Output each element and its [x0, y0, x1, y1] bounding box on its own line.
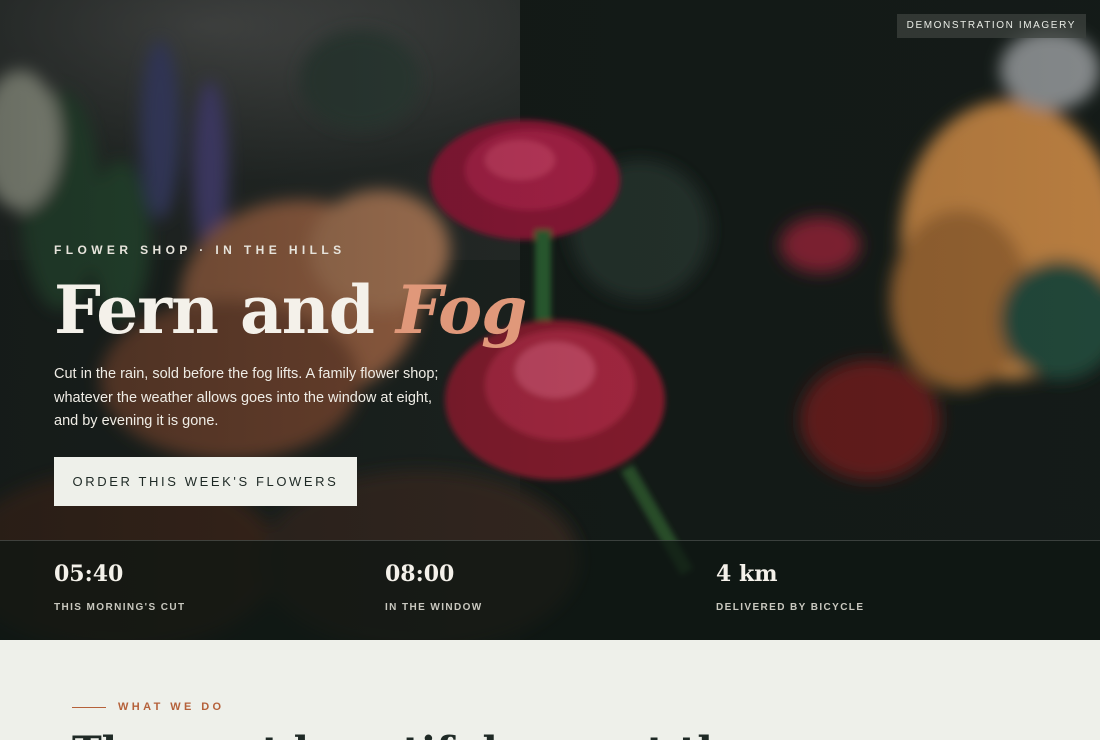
- stats-bar: 05:40 THIS MORNING'S CUT 08:00 IN THE WI…: [0, 540, 1100, 640]
- stat-label: IN THE WINDOW: [385, 602, 483, 613]
- stat-value: 05:40: [54, 561, 124, 587]
- hero-title-accent: Fog: [395, 271, 527, 349]
- stat-label: THIS MORNING'S CUT: [54, 602, 186, 613]
- hero-lede: Cut in the rain, sold before the fog lif…: [54, 366, 439, 429]
- order-flowers-button[interactable]: ORDER THIS WEEK'S FLOWERS: [54, 457, 357, 506]
- hero-title: Fern and Fog: [54, 270, 527, 350]
- section-heading: The most beautiful one, at the: [72, 728, 752, 740]
- section-eyebrow: WHAT WE DO: [118, 701, 225, 713]
- stat-value: 08:00: [385, 561, 455, 587]
- section-rule: [72, 707, 106, 708]
- hero-eyebrow: FLOWER SHOP · IN THE HILLS: [54, 243, 346, 257]
- stat-value: 4 km: [716, 561, 778, 587]
- demonstration-imagery-badge: DEMONSTRATION IMAGERY: [896, 14, 1086, 38]
- what-we-do-section: WHAT WE DO The most beautiful one, at th…: [0, 640, 1100, 740]
- stat-label: DELIVERED BY BICYCLE: [716, 602, 865, 613]
- hero-title-main: Fern and: [54, 271, 396, 349]
- hero: DEMONSTRATION IMAGERY FLOWER SHOP · IN T…: [0, 0, 1100, 640]
